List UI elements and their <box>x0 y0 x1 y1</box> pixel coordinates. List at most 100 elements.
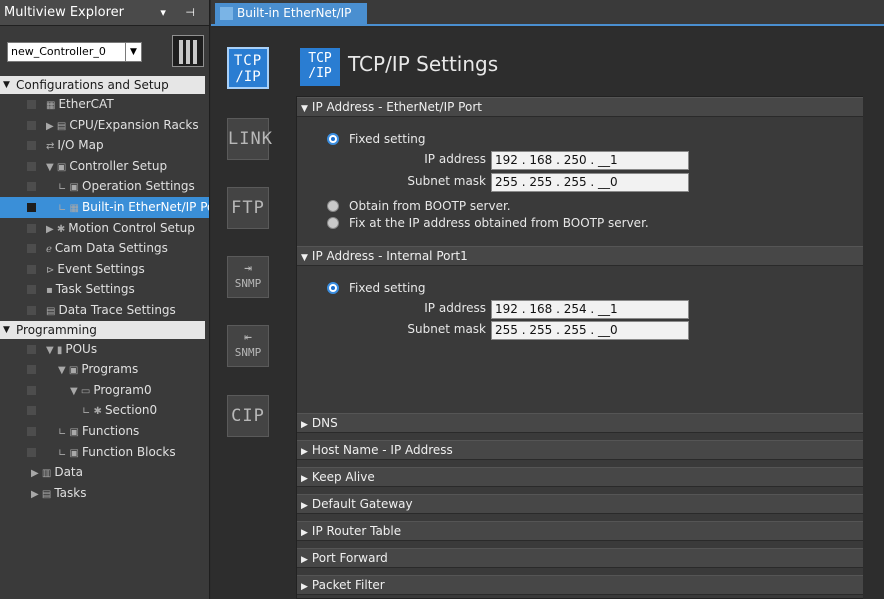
tree-node-icon: ▶ ▤ <box>46 120 67 132</box>
ip-address-field-ethernet[interactable]: 192 . 168 . 250 . __1 <box>491 151 689 170</box>
tree-item[interactable]: ▶ ▤ Tasks <box>0 483 209 504</box>
cip-icon: CIP <box>231 406 265 426</box>
programming-tree: ▼ ▮ POUs ▼ ▣ Programs ▼ ▭ Program0 ∟ ✱ Section0… <box>0 339 209 504</box>
nav-ftp-button[interactable]: FTP <box>227 187 269 229</box>
radio-bootp[interactable] <box>327 200 339 212</box>
tree-item-text: Program0 <box>93 382 152 397</box>
tree-section-configurations[interactable]: Configurations and Setup <box>0 76 205 94</box>
section-header-collapsed[interactable]: ▶ Keep Alive <box>297 467 872 487</box>
tree-item-label: ▦ EtherCAT <box>46 94 114 115</box>
status-square-icon <box>27 141 36 151</box>
radio-bootp-fix[interactable] <box>327 217 339 229</box>
tree-item[interactable]: ▦ EtherCAT <box>0 94 209 115</box>
settings-content: ▼ IP Address - EtherNet/IP Port Fixed set… <box>296 96 873 599</box>
tree-item-label: ▶ ▤ Tasks <box>31 483 86 504</box>
section-header-collapsed[interactable]: ▶ IP Router Table <box>297 521 872 541</box>
explorer-title: Multiview Explorer <box>4 5 124 20</box>
ftp-icon: FTP <box>231 198 265 218</box>
snmp-label: SNMP <box>234 277 262 290</box>
tree-item[interactable]: ∟ ✱ Section0 <box>0 400 209 421</box>
tcpip-icon-text-top: TCP <box>308 51 332 66</box>
tree-item-label: ▪ Task Settings <box>46 279 135 300</box>
section-header-internal-port[interactable]: ▼ IP Address - Internal Port1 <box>297 246 872 266</box>
section-title: IP Address - EtherNet/IP Port <box>311 100 482 114</box>
section-header-collapsed[interactable]: ▶ DNS <box>297 413 872 433</box>
section-title: DNS <box>311 416 338 430</box>
tree-item[interactable]: ▤ Data Trace Settings <box>0 300 209 321</box>
nav-link-button[interactable]: LINK <box>227 118 272 160</box>
tree-item[interactable]: ∟ ▣ Functions <box>0 421 209 442</box>
tree-item-label: ▼ ▣ Controller Setup <box>46 156 167 177</box>
nav-snmp-trap-button[interactable]: ⇤ SNMP <box>227 325 269 367</box>
section-title: Default Gateway <box>311 497 413 511</box>
tree-node-icon: ℯ <box>46 244 52 256</box>
tree-item[interactable]: ∟ ▣ Operation Settings <box>0 176 209 197</box>
nav-snmp-button[interactable]: ⇥ SNMP <box>227 256 269 298</box>
ip-address-field-internal[interactable]: 192 . 168 . 254 . __1 <box>491 300 689 319</box>
multiview-explorer: Multiview Explorer ▾ ⊣ new_Controller_0 … <box>0 0 210 599</box>
tcpip-icon-top: TCP <box>233 53 263 69</box>
tree-item-label: ∟ ▣ Operation Settings <box>58 176 195 197</box>
section-header-collapsed[interactable]: ▶ Port Forward <box>297 548 872 568</box>
subnet-mask-field-ethernet[interactable]: 255 . 255 . 255 . __0 <box>491 173 689 192</box>
chevron-right-icon: ▶ <box>301 528 308 538</box>
ip-address-label: IP address <box>424 152 486 166</box>
status-square-icon <box>27 426 36 436</box>
tree-item[interactable]: ⊳ Event Settings <box>0 259 209 280</box>
settings-main-panel: TCP /IP TCP/IP Settings ▼ IP Address - Et… <box>286 28 884 599</box>
controller-dropdown[interactable]: new_Controller_0 ▼ <box>7 42 142 62</box>
nav-cip-button[interactable]: CIP <box>227 395 269 437</box>
chevron-down-icon: ▼ <box>301 104 308 114</box>
pin-icon[interactable]: ▾ ⊣ <box>160 0 203 26</box>
tree-item[interactable]: ℯ Cam Data Settings <box>0 238 209 259</box>
page-title: TCP/IP Settings <box>348 52 499 76</box>
status-square-icon <box>27 447 36 457</box>
radio-fixed-setting-ethernet[interactable] <box>327 133 339 145</box>
radio-fixed-setting-internal[interactable] <box>327 282 339 294</box>
status-square-icon <box>27 305 36 315</box>
tab-builtin-ethernet-ip-port[interactable]: Built-in EtherNet/IP Port··· × <box>215 3 367 41</box>
tree-item[interactable]: ▶ ▥ Data <box>0 462 209 483</box>
status-square-icon <box>27 182 36 192</box>
tree-item[interactable]: ▼ ▮ POUs <box>0 339 209 360</box>
tree-node-icon: ⊳ <box>46 264 55 276</box>
tree-item[interactable]: ▼ ▭ Program0 <box>0 380 209 401</box>
section-header-ethernet-ip[interactable]: ▼ IP Address - EtherNet/IP Port <box>297 97 872 117</box>
subnet-mask-label: Subnet mask <box>407 174 486 188</box>
tree-item[interactable]: ▼ ▣ Programs <box>0 359 209 380</box>
tree-item-text: Functions <box>82 423 140 438</box>
tree-item[interactable]: ▼ ▣ Controller Setup <box>0 156 209 177</box>
tree-node-icon: ∟ ▣ <box>58 447 80 459</box>
chevron-down-icon[interactable]: ▼ <box>125 43 141 61</box>
ethernet-port-icon <box>220 7 233 20</box>
tree-item[interactable]: ∟ ▦Built-in EtherNet/IP Port Settings <box>0 196 209 218</box>
nav-tcpip-button[interactable]: TCP /IP <box>227 47 269 89</box>
chevron-right-icon: ▶ <box>301 501 308 511</box>
tree-node-icon: ∟ ▣ <box>58 182 80 194</box>
section-header-collapsed[interactable]: ▶ Default Gateway <box>297 494 872 514</box>
tree-section-programming[interactable]: Programming <box>0 320 205 339</box>
vertical-scrollbar[interactable] <box>863 96 874 599</box>
tree-item[interactable]: ∟ ▣ Function Blocks <box>0 442 209 463</box>
subnet-mask-field-internal[interactable]: 255 . 255 . 255 . __0 <box>491 321 689 340</box>
tree-item-label: ▤ Data Trace Settings <box>46 300 176 321</box>
tree-item-text: Controller Setup <box>69 158 168 173</box>
tree-item-label: ▼ ▭ Program0 <box>70 380 152 401</box>
tree-item-label: ∟ ▣ Functions <box>58 421 139 442</box>
tree-item[interactable]: ⇄ I/O Map <box>0 135 209 156</box>
tree-item[interactable]: ▶ ✱ Motion Control Setup <box>0 218 209 239</box>
controller-icon <box>172 35 204 67</box>
section-title: Port Forward <box>311 551 388 565</box>
section-title: IP Address - Internal Port1 <box>311 249 468 263</box>
snmp-arrow-right-icon: ⇥ <box>244 261 252 276</box>
section-header-collapsed[interactable]: ▶ Host Name - IP Address <box>297 440 872 460</box>
tree-item-label: ▶ ▥ Data <box>31 462 83 483</box>
tree-node-icon: ▶ ▤ <box>31 488 52 500</box>
tree-item[interactable]: ▪ Task Settings <box>0 279 209 300</box>
tree-item-text: Data <box>54 465 83 480</box>
tree-item-label: ∟ ▦Built-in EtherNet/IP Port Settings <box>58 197 209 218</box>
section-header-collapsed[interactable]: ▶ Packet Filter <box>297 575 872 595</box>
status-square-icon <box>27 264 36 274</box>
tree-item-text: I/O Map <box>57 138 104 153</box>
tree-item[interactable]: ▶ ▤ CPU/Expansion Racks <box>0 115 209 136</box>
